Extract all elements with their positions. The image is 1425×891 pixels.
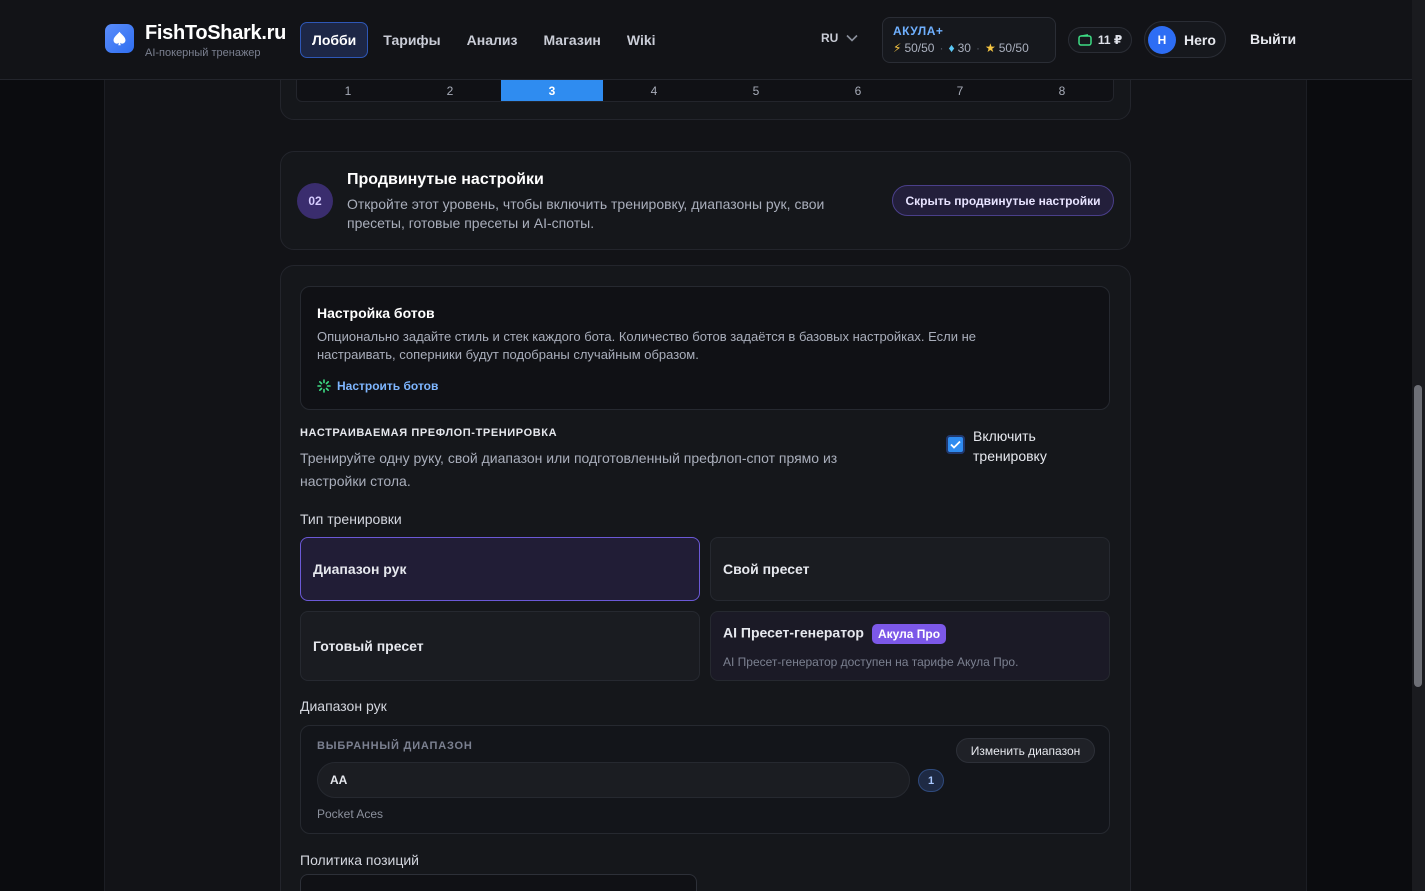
configure-bots-link[interactable]: Настроить ботов (317, 379, 438, 393)
logout-button[interactable]: Выйти (1250, 31, 1296, 47)
step-option-selected[interactable]: 3 (501, 80, 603, 101)
stars-value: 50/50 (998, 41, 1029, 55)
range-count-badge: 1 (918, 769, 944, 792)
section-number-badge: 02 (297, 183, 333, 219)
option-own-preset[interactable]: Свой пресет (710, 537, 1110, 601)
training-caption: НАСТРАИВАЕМАЯ ПРЕФЛОП-ТРЕНИРОВКА (300, 427, 558, 439)
option-hand-range[interactable]: Диапазон рук (300, 537, 700, 601)
star-icon: ★ (984, 41, 996, 55)
scrollbar-thumb[interactable] (1414, 385, 1422, 687)
gem-icon: ♦ (948, 41, 955, 55)
option-ai-preset-generator[interactable]: AI Пресет-генератор Акула Про AI Пресет-г… (710, 611, 1110, 681)
brand-tagline: AI-покерный тренажер (145, 47, 261, 59)
plan-stats: ⚡ 50/50 · ♦ 30 · ★ 50/50 (893, 41, 1029, 55)
hand-range-label: Диапазон рук (300, 698, 387, 714)
user-menu[interactable]: H Hero (1144, 21, 1226, 58)
gems-value: 30 (957, 41, 971, 55)
selected-range-caption: ВЫБРАННЫЙ ДИАПАЗОН (317, 740, 473, 752)
nav-shop[interactable]: Магазин (532, 22, 611, 58)
players-stepper: 1 2 3 4 5 6 7 8 (296, 80, 1114, 102)
section-title: Продвинутые настройки (347, 171, 544, 188)
training-description: Тренируйте одну руку, свой диапазон или … (300, 450, 838, 489)
change-range-button[interactable]: Изменить диапазон (956, 738, 1095, 763)
enable-training-label: Включить тренировку (973, 428, 1047, 464)
positions-policy-select[interactable] (300, 874, 697, 891)
hide-advanced-button[interactable]: Скрыть продвинутые настройки (892, 185, 1114, 216)
option-ready-preset[interactable]: Готовый пресет (300, 611, 700, 681)
plan-name: АКУЛА+ (893, 24, 944, 38)
nav-lobby[interactable]: Лобби (300, 22, 369, 58)
section-description: Откройте этот уровень, чтобы включить тр… (347, 196, 825, 231)
nav-analysis[interactable]: Анализ (456, 22, 529, 58)
top-header: FishToShark.ru AI-покерный тренажер Лобб… (0, 0, 1412, 80)
wallet-balance[interactable]: 11 ₽ (1068, 27, 1132, 53)
positions-policy-label: Политика позиций (300, 852, 419, 868)
step-option[interactable]: 1 (297, 80, 399, 101)
energy-value: 50/50 (904, 41, 935, 55)
enable-training-checkbox[interactable] (946, 435, 965, 454)
configure-bots-label: Настроить ботов (337, 379, 439, 393)
option-title: Свой пресет (723, 561, 810, 577)
lightning-icon: ⚡ (893, 41, 902, 55)
nav-pricing[interactable]: Тарифы (372, 22, 451, 58)
option-title: Готовый пресет (313, 638, 424, 654)
bots-description: Опционально задайте стиль и стек каждого… (317, 329, 976, 362)
bots-title: Настройка ботов (317, 305, 435, 321)
step-option[interactable]: 6 (807, 80, 909, 101)
range-description: Pocket Aces (317, 807, 384, 821)
selected-range-box: ВЫБРАННЫЙ ДИАПАЗОН AA 1 Pocket Aces Изме… (300, 725, 1110, 834)
step-option[interactable]: 4 (603, 80, 705, 101)
ai-generator-title: AI Пресет-генератор (723, 624, 864, 641)
spade-logo-icon[interactable] (105, 24, 134, 53)
step-option[interactable]: 8 (1011, 80, 1113, 101)
training-type-label: Тип тренировки (300, 511, 402, 527)
language-label: RU (821, 31, 839, 45)
spinner-icon (317, 379, 331, 393)
step-option[interactable]: 2 (399, 80, 501, 101)
wallet-icon (1078, 34, 1092, 46)
option-title: Диапазон рук (313, 561, 407, 577)
brand-name[interactable]: FishToShark.ru (145, 22, 286, 45)
ai-generator-note: AI Пресет-генератор доступен на тарифе А… (723, 655, 1019, 669)
step-option[interactable]: 5 (705, 80, 807, 101)
wallet-amount: 11 ₽ (1097, 33, 1123, 47)
bots-settings-box: Настройка ботов Опционально задайте стил… (300, 286, 1110, 410)
plan-status[interactable]: АКУЛА+ ⚡ 50/50 · ♦ 30 · ★ 50/50 (882, 17, 1056, 63)
enable-training-toggle[interactable]: Включить тренировку (946, 426, 1083, 466)
nav-wiki[interactable]: Wiki (616, 22, 667, 58)
checkmark-icon (950, 440, 961, 449)
language-select[interactable]: RU (821, 31, 858, 45)
advanced-settings-card: 02 Продвинутые настройки Откройте этот у… (280, 151, 1131, 250)
main-nav: Лобби Тарифы Анализ Магазин Wiki (300, 22, 671, 58)
avatar: H (1148, 25, 1176, 54)
selected-range-field[interactable]: AA (317, 762, 910, 798)
user-name: Hero (1184, 31, 1216, 48)
pro-tier-badge: Акула Про (871, 624, 947, 644)
step-option[interactable]: 7 (909, 80, 1011, 101)
chevron-down-icon (846, 34, 858, 42)
option-title: AI Пресет-генератор Акула Про (723, 624, 947, 644)
